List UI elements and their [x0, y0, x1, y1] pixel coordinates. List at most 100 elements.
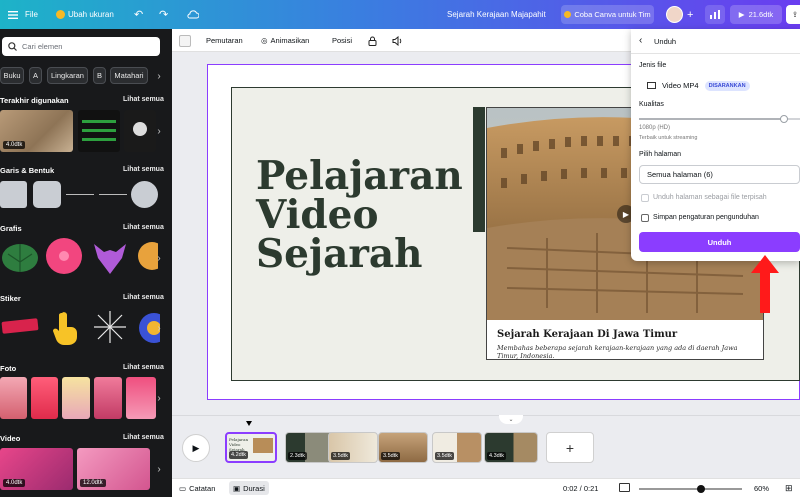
- chip-matahari[interactable]: Matahari: [110, 67, 148, 84]
- photo-3[interactable]: [62, 377, 90, 419]
- try-canva-teams-button[interactable]: Coba Canva untuk Tim: [561, 5, 654, 24]
- resize-button[interactable]: Ubah ukuran: [56, 0, 114, 29]
- lock-icon[interactable]: [368, 29, 377, 52]
- photos-see-all-link[interactable]: Lihat semua: [123, 364, 164, 371]
- playhead-marker[interactable]: [246, 421, 252, 426]
- chip-a[interactable]: A: [29, 67, 42, 84]
- page-view-icon[interactable]: [619, 483, 630, 492]
- slide-title[interactable]: Pelajaran Video Sejarah: [256, 157, 476, 274]
- quality-slider-track[interactable]: [639, 115, 800, 123]
- timeline-page-3[interactable]: 3.5dtk: [328, 432, 378, 463]
- animate-icon: ◎: [261, 36, 268, 45]
- download-button[interactable]: Unduh: [639, 232, 800, 252]
- search-input[interactable]: Cari elemen: [2, 37, 160, 56]
- shapes-see-all-link[interactable]: Lihat semua: [123, 166, 164, 173]
- quality-value: 1080p (HD): [639, 125, 671, 131]
- graphics-see-all-link[interactable]: Lihat semua: [123, 224, 164, 231]
- chip-lingkaran[interactable]: Lingkaran: [47, 67, 88, 84]
- save-settings-checkbox[interactable]: [641, 214, 649, 222]
- videos-next-icon[interactable]: ›: [152, 462, 166, 476]
- grid-view-icon[interactable]: ⊞: [785, 483, 793, 494]
- video-file-icon: [647, 82, 656, 89]
- sticker-sparkle[interactable]: [90, 309, 130, 345]
- pages-select[interactable]: Semua halaman (6): [639, 165, 800, 184]
- stickers-see-all-link[interactable]: Lihat semua: [123, 294, 164, 301]
- avatar[interactable]: [666, 0, 683, 29]
- videos-see-all-link[interactable]: Lihat semua: [123, 434, 164, 441]
- back-arrow-icon[interactable]: ‹: [639, 35, 642, 46]
- slide-title-line-1: Pelajaran: [256, 153, 463, 199]
- timeline: ⌄ ▶ Pelajaran Video Sejarah 4.2dtk 2.3dt…: [172, 415, 800, 479]
- resize-label: Ubah ukuran: [68, 10, 114, 19]
- file-type-value: Video MP4: [662, 81, 699, 90]
- volume-icon[interactable]: [392, 29, 403, 52]
- timeline-page-2-duration: 2.3dtk: [288, 452, 307, 460]
- search-icon: [8, 42, 17, 51]
- save-settings-label: Simpan pengaturan pengunduhan: [653, 214, 759, 221]
- quality-slider-handle[interactable]: [779, 115, 788, 123]
- present-button[interactable]: ▶ 21.6dtk: [730, 5, 782, 24]
- zoom-level[interactable]: 60%: [754, 484, 769, 493]
- photo-2[interactable]: [31, 377, 58, 419]
- duration-button[interactable]: ▣ Durasi: [229, 481, 269, 495]
- chips-next-icon[interactable]: ›: [152, 69, 166, 83]
- animate-button[interactable]: ◎ Animasikan: [261, 29, 309, 52]
- menu-icon[interactable]: [8, 0, 18, 29]
- timeline-page-4[interactable]: 3.5dtk: [378, 432, 428, 463]
- video-2[interactable]: 12.0dtk: [77, 448, 150, 490]
- share-download-icon[interactable]: ⇪: [786, 5, 800, 24]
- separate-files-label: Unduh halaman sebagai file terpisah: [653, 194, 767, 201]
- chip-b[interactable]: B: [93, 67, 106, 84]
- recent-item-texture[interactable]: 4.0dtk: [0, 110, 73, 152]
- add-page-button[interactable]: +: [546, 432, 594, 463]
- shape-arrow-line[interactable]: [99, 194, 127, 195]
- position-button[interactable]: Posisi: [332, 29, 352, 52]
- notes-button[interactable]: ▭ Catatan: [179, 482, 215, 495]
- video-1-duration: 4.0dtk: [3, 479, 26, 487]
- recent-see-all-link[interactable]: Lihat semua: [123, 96, 164, 103]
- sticker-valentines[interactable]: [0, 312, 40, 340]
- caption-subtitle[interactable]: Membahas beberapa sejarah kerajaan-keraj…: [497, 344, 755, 360]
- bottom-bar: ▭ Catatan ▣ Durasi 0:02 / 0:21 60% ⊞: [172, 478, 800, 497]
- shape-circle[interactable]: [131, 181, 158, 208]
- stickers-next-icon[interactable]: ›: [152, 321, 166, 335]
- recent-item-graphic[interactable]: [78, 110, 120, 152]
- chip-buku[interactable]: Buku: [0, 67, 24, 84]
- file-type-select[interactable]: Video MP4 DISARANKAN: [639, 76, 800, 95]
- timeline-page-6[interactable]: 4.3dtk: [484, 432, 538, 463]
- zoom-slider-track[interactable]: [639, 485, 742, 493]
- add-user-icon[interactable]: +: [687, 0, 693, 29]
- duration-icon: ▣: [233, 483, 241, 493]
- document-title[interactable]: Sejarah Kerajaan Majapahit: [447, 0, 546, 29]
- file-menu[interactable]: File: [25, 0, 38, 29]
- try-teams-label: Coba Canva untuk Tim: [574, 10, 651, 19]
- timeline-page-1[interactable]: Pelajaran Video Sejarah 4.2dtk: [225, 432, 277, 463]
- photo-4[interactable]: [94, 377, 122, 419]
- analytics-icon[interactable]: [705, 5, 725, 24]
- video-1[interactable]: 4.0dtk: [0, 448, 73, 490]
- recent-next-icon[interactable]: ›: [152, 124, 166, 138]
- undo-icon[interactable]: ↶: [134, 0, 143, 29]
- shape-line[interactable]: [66, 194, 94, 195]
- background-color-swatch[interactable]: [179, 29, 191, 52]
- timeline-page-5[interactable]: 3.5dtk: [432, 432, 482, 463]
- redo-icon[interactable]: ↷: [159, 0, 168, 29]
- zoom-slider-handle[interactable]: [696, 485, 705, 493]
- photo-1[interactable]: [0, 377, 27, 419]
- section-title-stickers: Stiker: [0, 294, 21, 303]
- shape-rounded-square[interactable]: [33, 181, 61, 208]
- graphics-next-icon[interactable]: ›: [152, 251, 166, 265]
- shape-square[interactable]: [0, 181, 27, 208]
- graphic-bull-head[interactable]: [90, 236, 130, 276]
- cloud-save-icon[interactable]: [187, 0, 199, 29]
- timeline-collapse-icon[interactable]: ⌄: [499, 415, 523, 424]
- caption-title[interactable]: Sejarah Kerajaan Di Jawa Timur: [497, 329, 677, 340]
- photos-next-icon[interactable]: ›: [152, 391, 166, 405]
- timeline-play-button[interactable]: ▶: [182, 434, 210, 462]
- animate-label: Animasikan: [270, 36, 310, 45]
- separate-files-checkbox[interactable]: [641, 194, 649, 202]
- sticker-hand-pointer[interactable]: [48, 307, 84, 347]
- graphic-starburst[interactable]: [44, 236, 84, 276]
- playback-button[interactable]: Pemutaran: [206, 29, 243, 52]
- graphic-leaf[interactable]: [0, 236, 40, 276]
